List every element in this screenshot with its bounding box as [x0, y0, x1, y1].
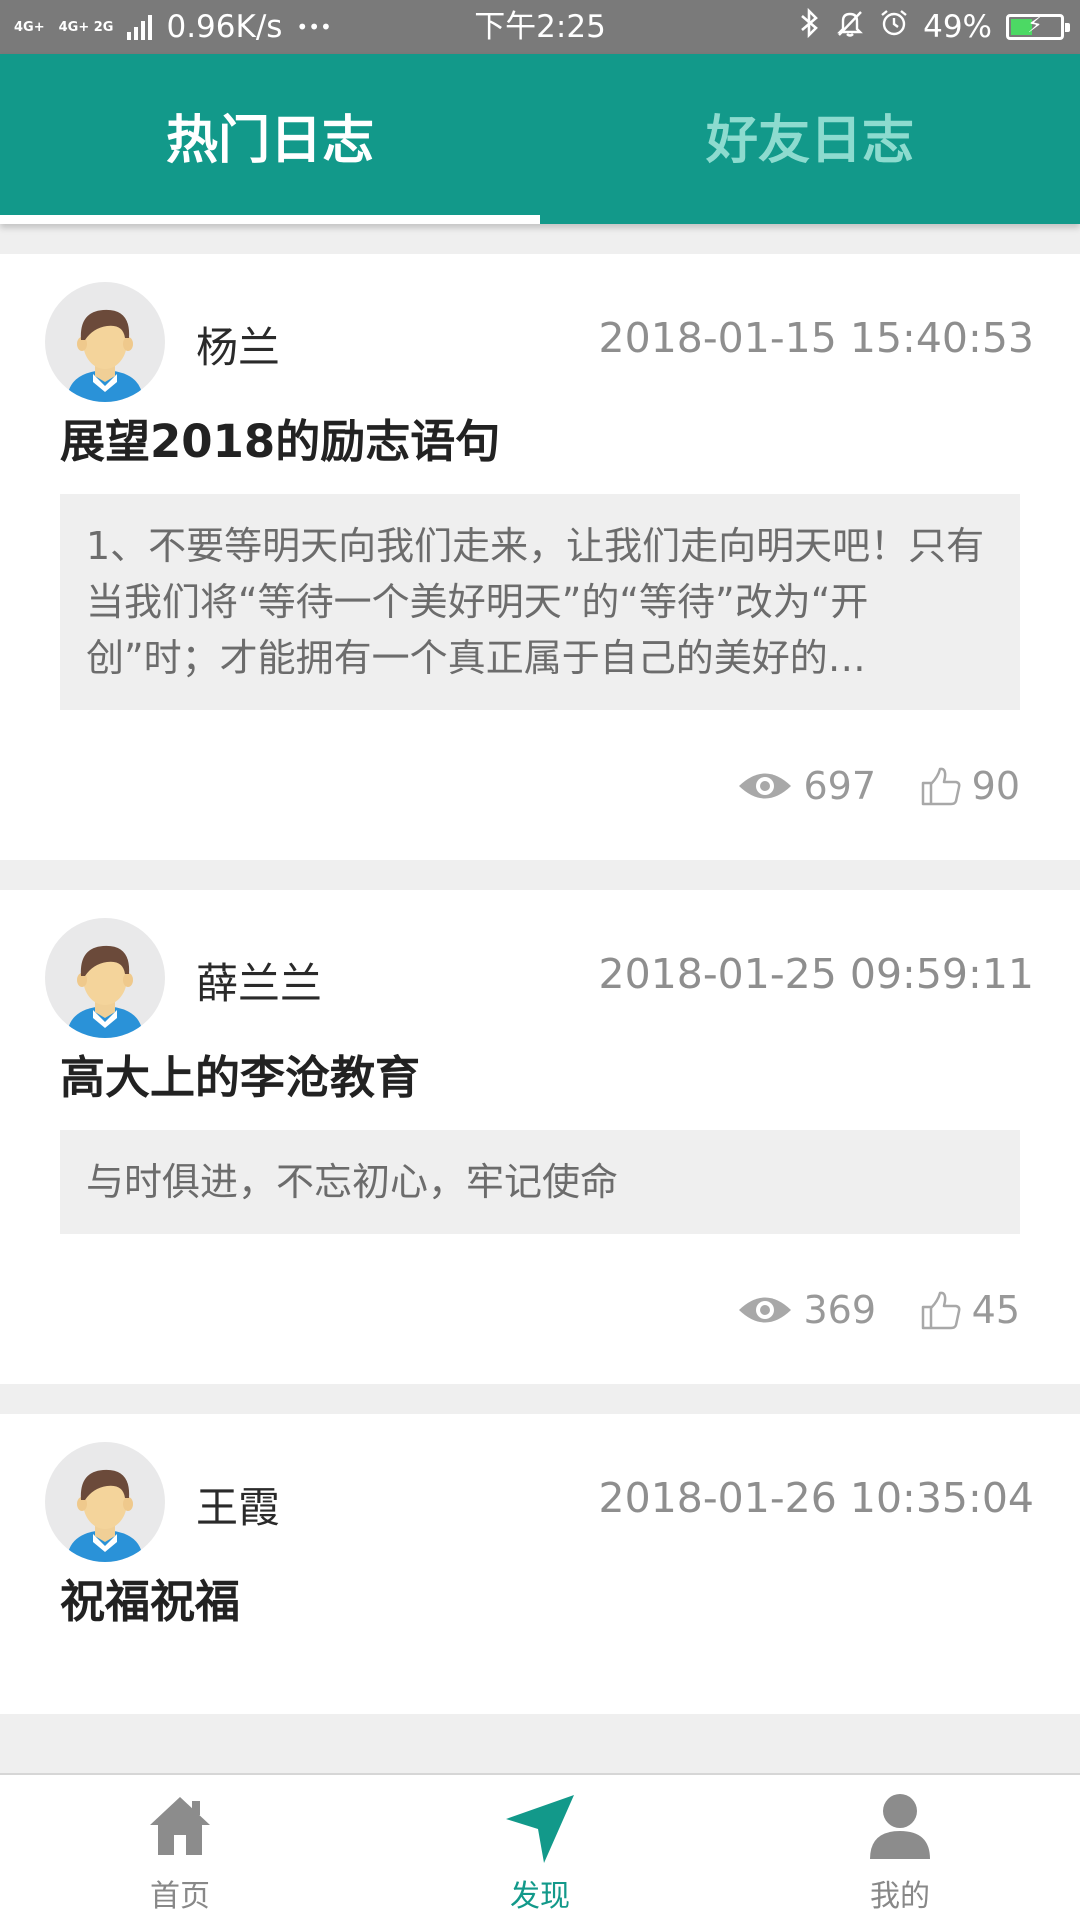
- bell-off-icon: [835, 8, 865, 46]
- bluetooth-icon: [799, 7, 821, 46]
- nav-discover-label: 发现: [510, 1879, 570, 1914]
- eye-icon: [737, 1293, 793, 1327]
- post-title[interactable]: 展望2018的励志语句: [0, 404, 1080, 494]
- author-name[interactable]: 王霞: [196, 1474, 280, 1535]
- view-count-value: 697: [803, 764, 876, 808]
- nav-discover[interactable]: 发现: [360, 1775, 720, 1920]
- view-count: 369: [737, 1288, 876, 1332]
- post-date: 2018-01-26 10:35:04: [598, 1474, 1034, 1522]
- view-count-value: 369: [803, 1288, 876, 1332]
- avatar[interactable]: [45, 1442, 165, 1562]
- tab-hot-logs[interactable]: 热门日志: [0, 54, 540, 224]
- log-card[interactable]: 王霞 2018-01-26 10:35:04 祝福祝福: [0, 1414, 1080, 1714]
- log-card[interactable]: 杨兰 2018-01-15 15:40:53 展望2018的励志语句 1、不要等…: [0, 254, 1080, 860]
- author-name[interactable]: 杨兰: [196, 314, 280, 375]
- like-button[interactable]: 45: [920, 1288, 1020, 1332]
- thumbs-up-icon: [920, 1289, 962, 1331]
- post-title[interactable]: 高大上的李沧教育: [0, 1040, 1080, 1130]
- post-title[interactable]: 祝福祝福: [0, 1564, 1080, 1654]
- nav-profile-label: 我的: [870, 1879, 930, 1914]
- avatar[interactable]: [45, 282, 165, 402]
- discover-icon: [502, 1789, 578, 1869]
- screen: 4G+ 4G+ 2G 0.96K/s ••• 下午2:25 49% ⚡ 热门日志…: [0, 0, 1080, 1920]
- bottom-nav: 首页 发现 我的: [0, 1773, 1080, 1920]
- avatar[interactable]: [45, 918, 165, 1038]
- status-bar: 4G+ 4G+ 2G 0.96K/s ••• 下午2:25 49% ⚡: [0, 0, 1080, 54]
- like-button[interactable]: 90: [920, 764, 1020, 808]
- nav-profile[interactable]: 我的: [720, 1775, 1080, 1920]
- author-name[interactable]: 薛兰兰: [196, 950, 322, 1011]
- thumbs-up-icon: [920, 765, 962, 807]
- view-count: 697: [737, 764, 876, 808]
- home-icon: [144, 1789, 216, 1865]
- like-count-value: 90: [971, 764, 1020, 808]
- tab-bar: 热门日志 好友日志: [0, 54, 1080, 224]
- post-excerpt[interactable]: 与时俱进，不忘初心，牢记使命: [60, 1130, 1020, 1234]
- like-count-value: 45: [971, 1288, 1020, 1332]
- battery-charging-icon: ⚡: [1006, 13, 1070, 40]
- alarm-icon: [879, 8, 909, 46]
- tab-friend-logs[interactable]: 好友日志: [540, 54, 1080, 224]
- log-feed: 杨兰 2018-01-15 15:40:53 展望2018的励志语句 1、不要等…: [0, 254, 1080, 1744]
- post-date: 2018-01-15 15:40:53: [598, 314, 1034, 362]
- battery-percent: 49%: [923, 9, 992, 45]
- post-date: 2018-01-25 09:59:11: [598, 950, 1034, 998]
- log-card[interactable]: 薛兰兰 2018-01-25 09:59:11 高大上的李沧教育 与时俱进，不忘…: [0, 890, 1080, 1384]
- nav-home-label: 首页: [150, 1879, 210, 1914]
- nav-home[interactable]: 首页: [0, 1775, 360, 1920]
- post-excerpt[interactable]: 1、不要等明天向我们走来，让我们走向明天吧！只有当我们将“等待一个美好明天”的“…: [60, 494, 1020, 710]
- profile-icon: [864, 1789, 936, 1865]
- eye-icon: [737, 769, 793, 803]
